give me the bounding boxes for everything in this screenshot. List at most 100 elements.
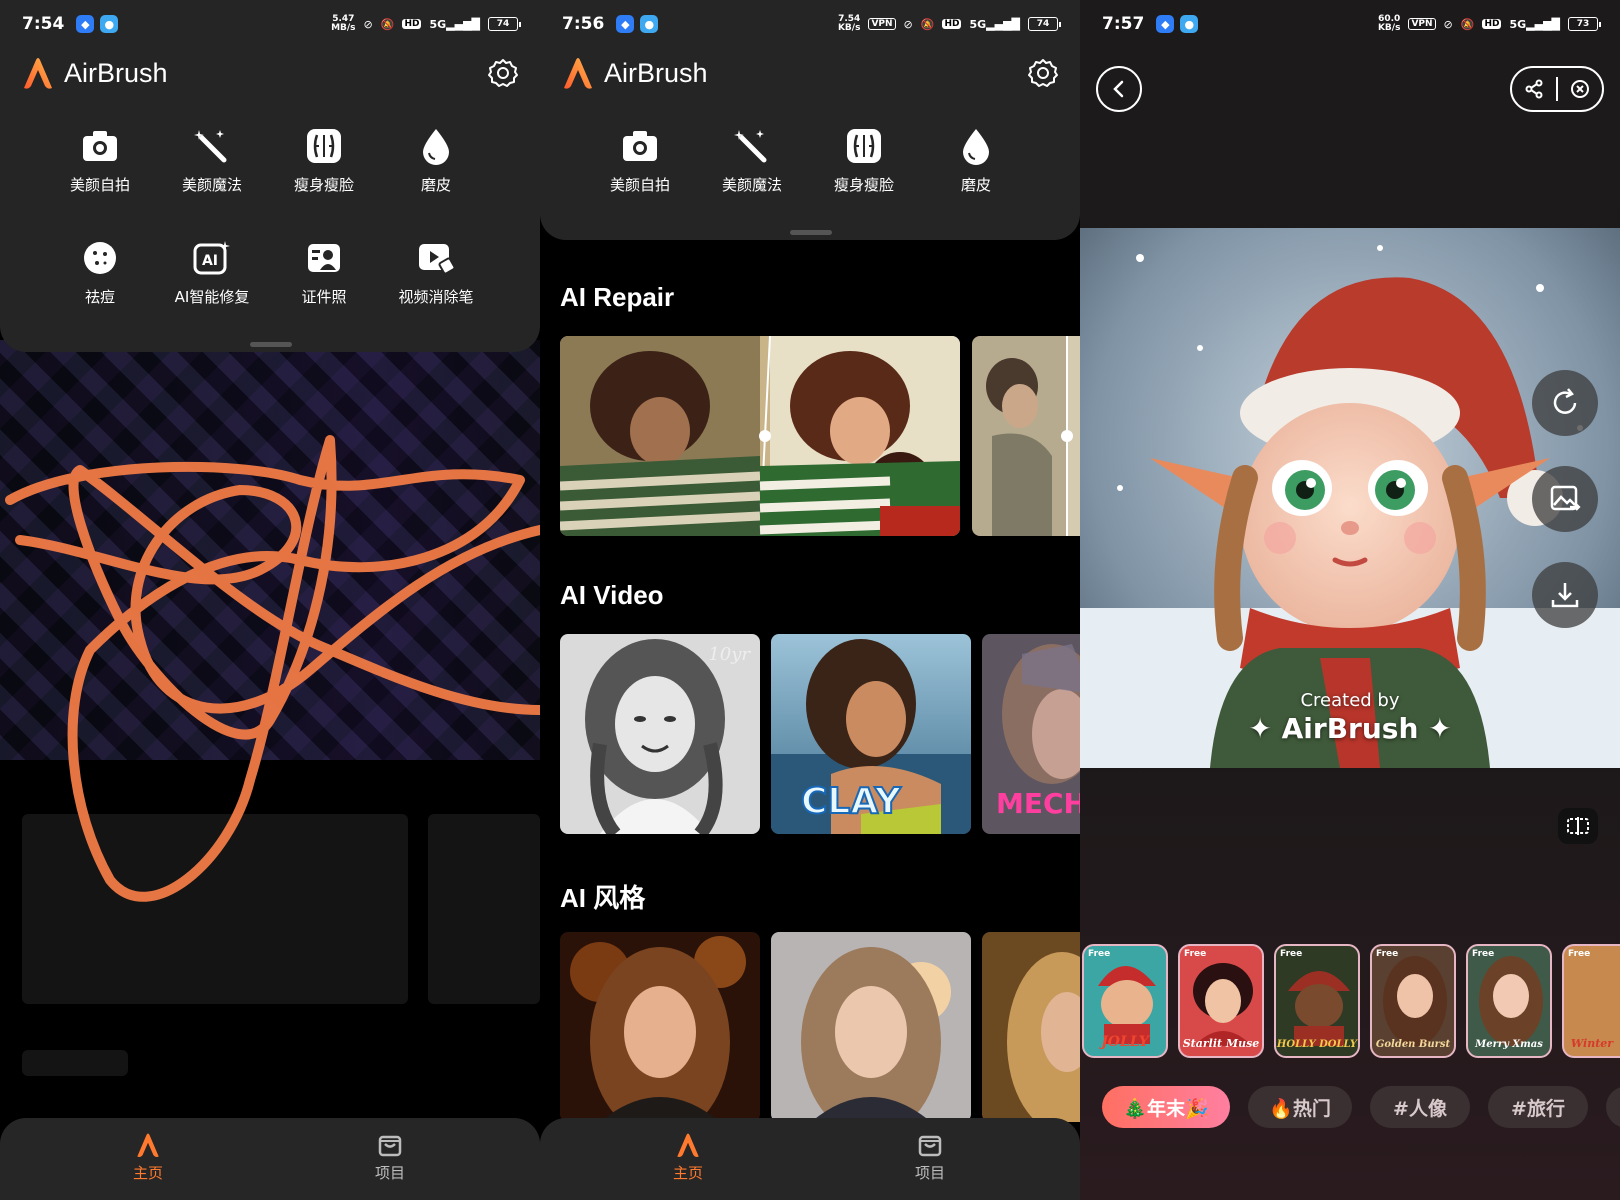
tool-id-photo[interactable]: 证件照 bbox=[268, 238, 380, 307]
tool-label: 祛痘 bbox=[84, 288, 115, 306]
nav-projects[interactable]: 项目 bbox=[350, 1132, 430, 1183]
style-option-jolly[interactable]: Free JOLLY bbox=[1082, 944, 1168, 1058]
drag-handle[interactable] bbox=[790, 230, 832, 235]
vpn-icon: VPN bbox=[868, 18, 896, 30]
style-portrait bbox=[982, 932, 1080, 1122]
tool-slim-body[interactable]: 瘦身瘦脸 bbox=[268, 126, 380, 195]
notification-icon: ● bbox=[1180, 15, 1199, 33]
acne-icon bbox=[80, 238, 120, 278]
tool-label: 美颜魔法 bbox=[181, 176, 242, 194]
ai-video-card-clay[interactable]: CLAY bbox=[771, 634, 971, 834]
magic-wand-icon bbox=[192, 126, 232, 166]
style-name: Golden Burst bbox=[1375, 1039, 1451, 1050]
svg-text:AI: AI bbox=[202, 253, 218, 269]
chip-portrait[interactable]: #人像 bbox=[1370, 1086, 1470, 1128]
tool-beauty-selfie[interactable]: 美颜自拍 bbox=[584, 126, 696, 195]
nav-projects-label: 项目 bbox=[914, 1164, 945, 1182]
airbrush-home-icon bbox=[137, 1133, 159, 1157]
nav-projects-label: 项目 bbox=[374, 1164, 405, 1182]
tool-smooth-skin[interactable]: 磨皮 bbox=[380, 126, 492, 195]
chip-hot[interactable]: 🔥热门 bbox=[1248, 1086, 1352, 1128]
status-bar: 7:57 ◆ ● 60.0 KB/s VPN ⊘ 🔕 HD 5G▂▄▆█ 73 bbox=[1080, 0, 1620, 48]
link-icon: ⊘ bbox=[1443, 17, 1453, 31]
style-option-holly-dolly[interactable]: Free HOLLY DOLLY bbox=[1274, 944, 1360, 1058]
ai-style-card[interactable] bbox=[982, 932, 1080, 1122]
settings-gear-icon[interactable] bbox=[1028, 58, 1058, 88]
mech-label: MECH bbox=[996, 787, 1080, 820]
tool-beauty-magic[interactable]: 美颜魔法 bbox=[156, 126, 268, 195]
placeholder-label bbox=[22, 1050, 128, 1076]
style-name: Winter bbox=[1570, 1037, 1614, 1050]
back-button[interactable] bbox=[1096, 66, 1142, 112]
hd-icon: HD bbox=[942, 19, 962, 29]
download-icon bbox=[1551, 583, 1579, 608]
repair-photo bbox=[560, 336, 960, 536]
replace-image-button[interactable] bbox=[1532, 466, 1598, 532]
tool-label: AI智能修复 bbox=[174, 288, 250, 306]
download-button[interactable] bbox=[1532, 562, 1598, 628]
tool-label: 视频消除笔 bbox=[398, 288, 474, 306]
clay-label: CLAY bbox=[800, 780, 902, 823]
ai-video-card-sketch[interactable]: 10yr bbox=[560, 634, 760, 834]
settings-gear-icon[interactable] bbox=[488, 58, 518, 88]
tool-video-eraser[interactable]: 视频消除笔 bbox=[380, 238, 492, 307]
ai-repair-card[interactable] bbox=[560, 336, 960, 536]
tool-acne[interactable]: 祛痘 bbox=[44, 238, 156, 307]
bottom-nav: 主页 项目 bbox=[0, 1118, 540, 1200]
video-eraser-icon bbox=[416, 238, 456, 278]
style-name: JOLLY bbox=[1101, 1034, 1149, 1050]
airbrush-logo-icon bbox=[24, 58, 52, 89]
chip-more[interactable] bbox=[1606, 1086, 1620, 1128]
mute-icon: 🔕 bbox=[1460, 17, 1475, 31]
top-tools-card: 7:56 ◆ ● 7.54 KB/s VPN ⊘ 🔕 HD 5G▂▄▆█ 74 … bbox=[540, 0, 1080, 240]
style-option-starlit-muse[interactable]: Free Starlit Muse bbox=[1178, 944, 1264, 1058]
magic-wand-icon bbox=[732, 126, 772, 166]
free-badge: Free bbox=[1568, 949, 1591, 959]
tool-grid: 美颜自拍 美颜魔法 瘦身瘦脸 磨皮 bbox=[584, 126, 1044, 195]
style-option-golden-burst[interactable]: Free Golden Burst bbox=[1370, 944, 1456, 1058]
ai-style-card[interactable] bbox=[771, 932, 971, 1122]
style-option-winter[interactable]: Free Winter bbox=[1562, 944, 1620, 1058]
vpn-icon: VPN bbox=[1408, 18, 1436, 30]
nav-home[interactable]: 主页 bbox=[108, 1132, 188, 1183]
nav-projects[interactable]: 项目 bbox=[890, 1132, 970, 1183]
signal-icon: 5G▂▄▆█ bbox=[429, 17, 480, 31]
network-speed: 5.47 MB/s bbox=[331, 14, 356, 33]
nav-home-label: 主页 bbox=[132, 1164, 163, 1182]
close-circle-icon[interactable] bbox=[1570, 79, 1590, 99]
status-bar: 7:54 ◆ ● 5.47 MB/s ⊘ 🔕 HD 5G▂▄▆█ 74 bbox=[0, 0, 540, 48]
box-icon bbox=[378, 1135, 402, 1157]
chevron-left-icon bbox=[1113, 80, 1124, 98]
tool-beauty-magic[interactable]: 美颜魔法 bbox=[696, 126, 808, 195]
watermark-line1: Created by bbox=[1300, 690, 1400, 711]
chip-travel[interactable]: #旅行 bbox=[1488, 1086, 1588, 1128]
signal-icon: 5G▂▄▆█ bbox=[969, 17, 1020, 31]
tool-grid: 美颜自拍 美颜魔法 瘦身瘦脸 磨皮 bbox=[44, 126, 504, 195]
age-label: 10yr bbox=[708, 644, 750, 665]
network-speed: 60.0 KB/s bbox=[1377, 14, 1401, 33]
top-tools-card: 7:54 ◆ ● 5.47 MB/s ⊘ 🔕 HD 5G▂▄▆█ 74 AirB… bbox=[0, 0, 540, 352]
chip-year-end[interactable]: 🎄年末🎉 bbox=[1102, 1086, 1230, 1128]
free-badge: Free bbox=[1184, 949, 1207, 959]
screen-home-feed: 7:56 ◆ ● 7.54 KB/s VPN ⊘ 🔕 HD 5G▂▄▆█ 74 … bbox=[540, 0, 1080, 1200]
tool-smooth-skin[interactable]: 磨皮 bbox=[920, 126, 1032, 195]
regenerate-button[interactable] bbox=[1532, 370, 1598, 436]
style-name: HOLLY DOLLY bbox=[1276, 1039, 1358, 1050]
ai-style-card[interactable] bbox=[560, 932, 760, 1122]
nav-home[interactable]: 主页 bbox=[648, 1132, 728, 1183]
status-time: 7:56 bbox=[562, 14, 605, 34]
ai-video-card-mech[interactable]: MECH bbox=[982, 634, 1080, 834]
ai-repair-card[interactable] bbox=[972, 336, 1080, 536]
tool-ai-repair[interactable]: AI AI智能修复 bbox=[156, 238, 268, 307]
free-badge: Free bbox=[1280, 949, 1303, 959]
app-name: AirBrush bbox=[604, 57, 708, 88]
tool-slim-body[interactable]: 瘦身瘦脸 bbox=[808, 126, 920, 195]
style-option-merry-xmas[interactable]: Free Merry Xmas bbox=[1466, 944, 1552, 1058]
compare-button[interactable] bbox=[1558, 808, 1598, 844]
tool-label: 磨皮 bbox=[420, 176, 451, 194]
section-title-ai-repair: AI Repair bbox=[560, 282, 675, 312]
drag-handle[interactable] bbox=[250, 342, 292, 347]
tool-beauty-selfie[interactable]: 美颜自拍 bbox=[44, 126, 156, 195]
share-icon[interactable] bbox=[1524, 79, 1544, 99]
brand: AirBrush bbox=[20, 56, 168, 90]
